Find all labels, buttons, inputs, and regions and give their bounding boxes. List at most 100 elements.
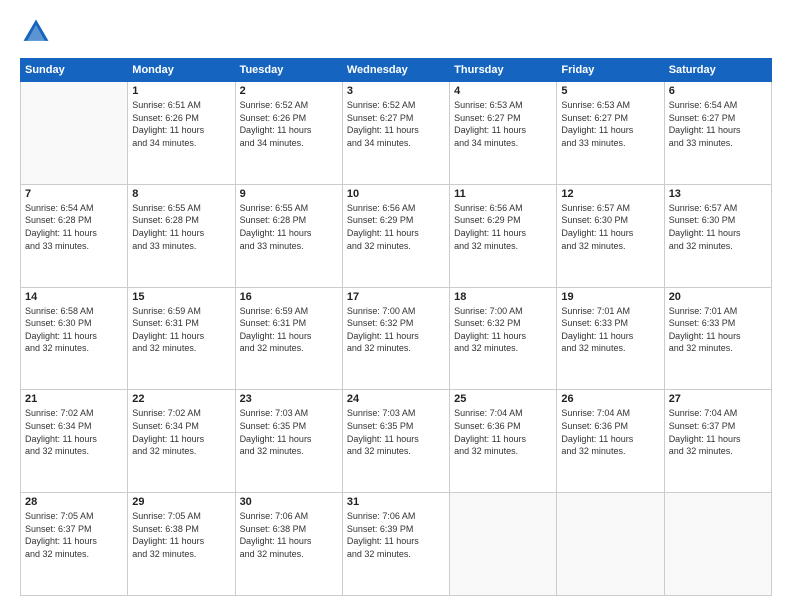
day-info: Sunrise: 6:53 AMSunset: 6:27 PMDaylight:… <box>561 99 659 149</box>
calendar-cell: 13 Sunrise: 6:57 AMSunset: 6:30 PMDayligh… <box>664 184 771 287</box>
calendar-cell: 28 Sunrise: 7:05 AMSunset: 6:37 PMDayligh… <box>21 493 128 596</box>
day-info: Sunrise: 7:01 AMSunset: 6:33 PMDaylight:… <box>561 305 659 355</box>
header <box>20 16 772 48</box>
day-number: 13 <box>669 188 767 200</box>
calendar-cell: 25 Sunrise: 7:04 AMSunset: 6:36 PMDayligh… <box>450 390 557 493</box>
day-number: 20 <box>669 291 767 303</box>
day-info: Sunrise: 7:02 AMSunset: 6:34 PMDaylight:… <box>132 407 230 457</box>
day-info: Sunrise: 7:06 AMSunset: 6:38 PMDaylight:… <box>240 510 338 560</box>
weekday-header-monday: Monday <box>128 59 235 82</box>
day-number: 6 <box>669 85 767 97</box>
calendar-cell: 11 Sunrise: 6:56 AMSunset: 6:29 PMDayligh… <box>450 184 557 287</box>
day-number: 29 <box>132 496 230 508</box>
calendar-cell: 20 Sunrise: 7:01 AMSunset: 6:33 PMDayligh… <box>664 287 771 390</box>
day-number: 19 <box>561 291 659 303</box>
calendar-cell: 26 Sunrise: 7:04 AMSunset: 6:36 PMDayligh… <box>557 390 664 493</box>
day-number: 16 <box>240 291 338 303</box>
day-number: 26 <box>561 393 659 405</box>
day-number: 10 <box>347 188 445 200</box>
calendar-cell: 10 Sunrise: 6:56 AMSunset: 6:29 PMDayligh… <box>342 184 449 287</box>
calendar-week-row: 14 Sunrise: 6:58 AMSunset: 6:30 PMDayligh… <box>21 287 772 390</box>
day-info: Sunrise: 7:06 AMSunset: 6:39 PMDaylight:… <box>347 510 445 560</box>
calendar-cell: 18 Sunrise: 7:00 AMSunset: 6:32 PMDayligh… <box>450 287 557 390</box>
day-number: 30 <box>240 496 338 508</box>
day-number: 28 <box>25 496 123 508</box>
calendar-cell: 27Sunrise: 7:04 AMSunset: 6:37 PMDayligh… <box>664 390 771 493</box>
calendar-cell: 29 Sunrise: 7:05 AMSunset: 6:38 PMDayligh… <box>128 493 235 596</box>
day-number: 1 <box>132 85 230 97</box>
page: SundayMondayTuesdayWednesdayThursdayFrid… <box>0 0 792 612</box>
day-number: 2 <box>240 85 338 97</box>
calendar-cell: 12Sunrise: 6:57 AMSunset: 6:30 PMDayligh… <box>557 184 664 287</box>
calendar-cell: 16 Sunrise: 6:59 AMSunset: 6:31 PMDayligh… <box>235 287 342 390</box>
day-info: Sunrise: 7:04 AMSunset: 6:37 PMDaylight:… <box>669 407 767 457</box>
day-number: 12 <box>561 188 659 200</box>
day-number: 25 <box>454 393 552 405</box>
day-info: Sunrise: 7:02 AMSunset: 6:34 PMDaylight:… <box>25 407 123 457</box>
logo-icon <box>20 16 52 48</box>
day-info: Sunrise: 6:55 AMSunset: 6:28 PMDaylight:… <box>132 202 230 252</box>
day-info: Sunrise: 6:51 AMSunset: 6:26 PMDaylight:… <box>132 99 230 149</box>
day-info: Sunrise: 6:57 AMSunset: 6:30 PMDaylight:… <box>669 202 767 252</box>
calendar-table: SundayMondayTuesdayWednesdayThursdayFrid… <box>20 58 772 596</box>
day-number: 21 <box>25 393 123 405</box>
day-info: Sunrise: 7:05 AMSunset: 6:37 PMDaylight:… <box>25 510 123 560</box>
day-info: Sunrise: 6:54 AMSunset: 6:28 PMDaylight:… <box>25 202 123 252</box>
calendar-cell: 3Sunrise: 6:52 AMSunset: 6:27 PMDaylight… <box>342 82 449 185</box>
calendar-header: SundayMondayTuesdayWednesdayThursdayFrid… <box>21 59 772 82</box>
calendar-cell: 24Sunrise: 7:03 AMSunset: 6:35 PMDayligh… <box>342 390 449 493</box>
calendar-cell: 21 Sunrise: 7:02 AMSunset: 6:34 PMDayligh… <box>21 390 128 493</box>
calendar-cell: 1 Sunrise: 6:51 AMSunset: 6:26 PMDaylight… <box>128 82 235 185</box>
calendar-cell: 15Sunrise: 6:59 AMSunset: 6:31 PMDayligh… <box>128 287 235 390</box>
day-number: 18 <box>454 291 552 303</box>
day-info: Sunrise: 7:01 AMSunset: 6:33 PMDaylight:… <box>669 305 767 355</box>
calendar-cell <box>21 82 128 185</box>
weekday-header-tuesday: Tuesday <box>235 59 342 82</box>
calendar-cell: 2 Sunrise: 6:52 AMSunset: 6:26 PMDaylight… <box>235 82 342 185</box>
calendar-cell: 9 Sunrise: 6:55 AMSunset: 6:28 PMDaylight… <box>235 184 342 287</box>
day-info: Sunrise: 7:00 AMSunset: 6:32 PMDaylight:… <box>454 305 552 355</box>
weekday-header-friday: Friday <box>557 59 664 82</box>
day-info: Sunrise: 7:05 AMSunset: 6:38 PMDaylight:… <box>132 510 230 560</box>
day-info: Sunrise: 7:04 AMSunset: 6:36 PMDaylight:… <box>454 407 552 457</box>
logo <box>20 16 56 48</box>
weekday-header-wednesday: Wednesday <box>342 59 449 82</box>
calendar-cell: 8Sunrise: 6:55 AMSunset: 6:28 PMDaylight… <box>128 184 235 287</box>
day-info: Sunrise: 7:04 AMSunset: 6:36 PMDaylight:… <box>561 407 659 457</box>
day-number: 15 <box>132 291 230 303</box>
calendar-cell <box>664 493 771 596</box>
day-number: 4 <box>454 85 552 97</box>
calendar-cell <box>450 493 557 596</box>
weekday-header-row: SundayMondayTuesdayWednesdayThursdayFrid… <box>21 59 772 82</box>
day-info: Sunrise: 6:58 AMSunset: 6:30 PMDaylight:… <box>25 305 123 355</box>
calendar-cell: 17 Sunrise: 7:00 AMSunset: 6:32 PMDayligh… <box>342 287 449 390</box>
calendar-cell: 30 Sunrise: 7:06 AMSunset: 6:38 PMDayligh… <box>235 493 342 596</box>
calendar-cell: 22 Sunrise: 7:02 AMSunset: 6:34 PMDayligh… <box>128 390 235 493</box>
weekday-header-sunday: Sunday <box>21 59 128 82</box>
day-number: 11 <box>454 188 552 200</box>
calendar-week-row: 28 Sunrise: 7:05 AMSunset: 6:37 PMDayligh… <box>21 493 772 596</box>
day-info: Sunrise: 6:52 AMSunset: 6:26 PMDaylight:… <box>240 99 338 149</box>
calendar-cell: 7Sunrise: 6:54 AMSunset: 6:28 PMDaylight… <box>21 184 128 287</box>
day-number: 14 <box>25 291 123 303</box>
day-number: 22 <box>132 393 230 405</box>
day-number: 17 <box>347 291 445 303</box>
weekday-header-saturday: Saturday <box>664 59 771 82</box>
day-info: Sunrise: 6:56 AMSunset: 6:29 PMDaylight:… <box>347 202 445 252</box>
day-info: Sunrise: 6:56 AMSunset: 6:29 PMDaylight:… <box>454 202 552 252</box>
calendar-cell: 31 Sunrise: 7:06 AMSunset: 6:39 PMDayligh… <box>342 493 449 596</box>
day-info: Sunrise: 7:03 AMSunset: 6:35 PMDaylight:… <box>347 407 445 457</box>
day-info: Sunrise: 7:00 AMSunset: 6:32 PMDaylight:… <box>347 305 445 355</box>
day-number: 9 <box>240 188 338 200</box>
day-number: 23 <box>240 393 338 405</box>
day-info: Sunrise: 6:54 AMSunset: 6:27 PMDaylight:… <box>669 99 767 149</box>
calendar-week-row: 21 Sunrise: 7:02 AMSunset: 6:34 PMDayligh… <box>21 390 772 493</box>
calendar-cell: 5Sunrise: 6:53 AMSunset: 6:27 PMDaylight… <box>557 82 664 185</box>
calendar-cell: 19 Sunrise: 7:01 AMSunset: 6:33 PMDayligh… <box>557 287 664 390</box>
calendar-week-row: 1 Sunrise: 6:51 AMSunset: 6:26 PMDaylight… <box>21 82 772 185</box>
calendar-cell: 14 Sunrise: 6:58 AMSunset: 6:30 PMDayligh… <box>21 287 128 390</box>
day-number: 31 <box>347 496 445 508</box>
day-info: Sunrise: 6:59 AMSunset: 6:31 PMDaylight:… <box>240 305 338 355</box>
day-number: 3 <box>347 85 445 97</box>
day-info: Sunrise: 6:55 AMSunset: 6:28 PMDaylight:… <box>240 202 338 252</box>
